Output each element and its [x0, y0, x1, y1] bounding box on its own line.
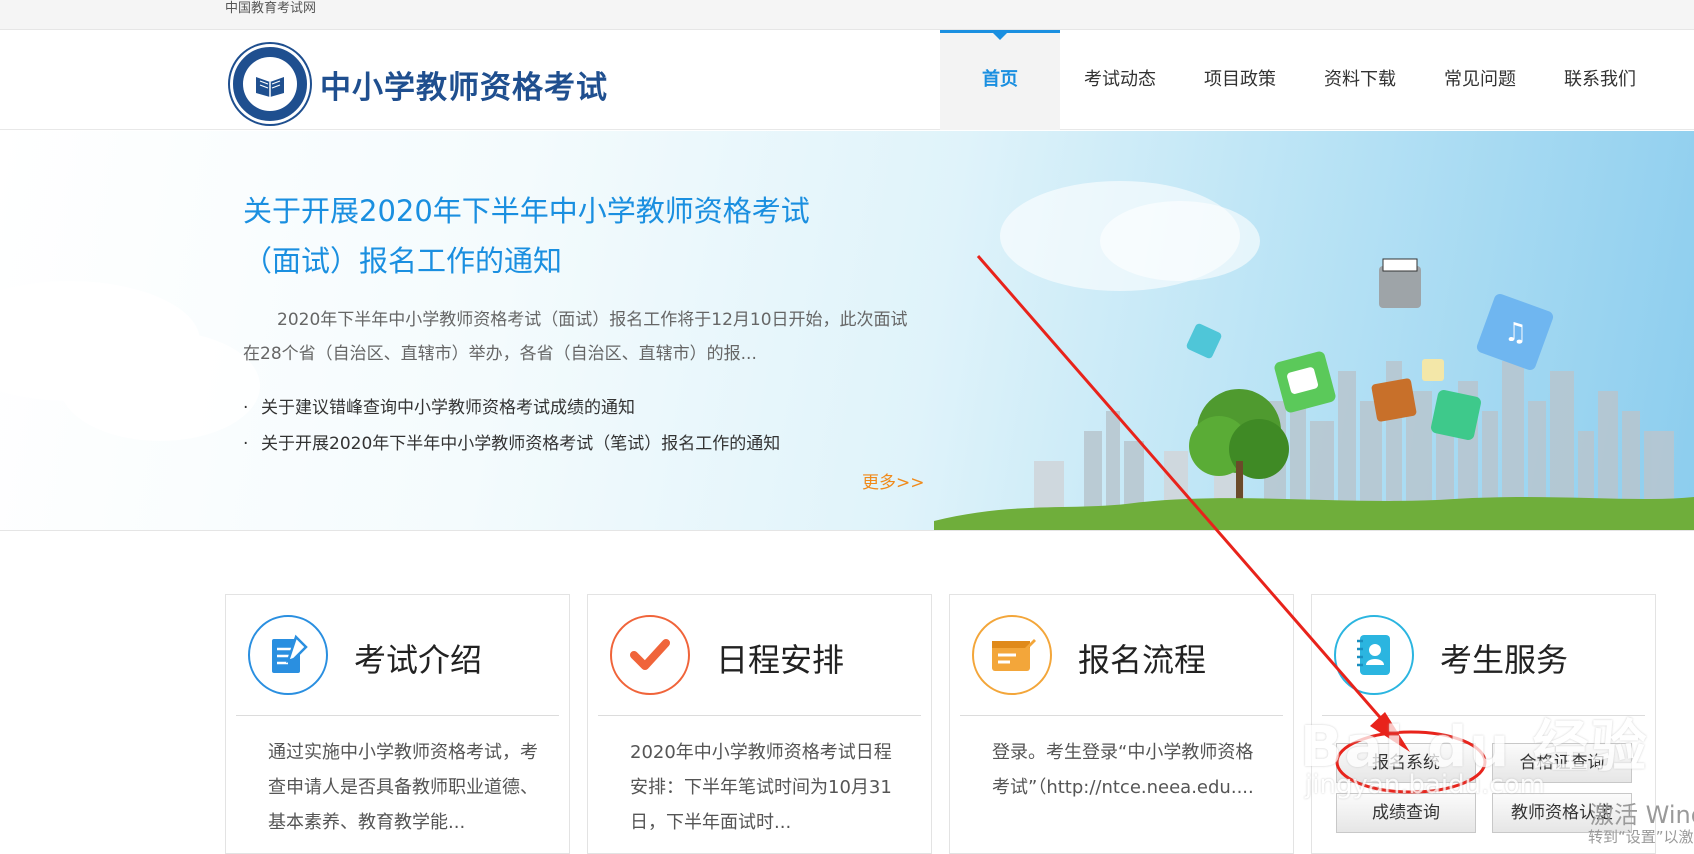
card-title: 日程安排 [716, 641, 845, 679]
card-schedule[interactable]: 日程安排 2020年中小学教师资格考试日程安排：下半年笔试时间为10月31日，下… [587, 594, 932, 854]
book-icon [256, 77, 284, 97]
card-text: 通过实施中小学教师资格考试，考查申请人是否具备教师职业道德、基本素养、教育教学能… [268, 742, 538, 833]
headline-link[interactable]: 关于开展2020年下半年中小学教师资格考试 （面试）报名工作的通知 [243, 186, 863, 286]
active-caret-icon [993, 33, 1007, 40]
checkmark-icon [610, 615, 690, 695]
nav-contact[interactable]: 联系我们 [1540, 30, 1660, 130]
more-news-link[interactable]: 更多>> [862, 468, 925, 493]
header: 中小学教师资格考试 首页 考试动态 项目政策 资料下载 常见问题 联系我们 [0, 30, 1694, 130]
card-text: 2020年中小学教师资格考试日程安排：下半年笔试时间为10月31日，下半年面试时… [630, 742, 892, 833]
card-title: 报名流程 [1078, 641, 1207, 679]
card-exam-intro[interactable]: 考试介绍 通过实施中小学教师资格考试，考查申请人是否具备教师职业道德、基本素养、… [225, 594, 570, 854]
logo-title[interactable]: 中小学教师资格考试 [320, 62, 608, 107]
headline-summary: 2020年下半年中小学教师资格考试（面试）报名工作将于12月10日开始，此次面试… [243, 310, 908, 364]
nav-home[interactable]: 首页 [940, 30, 1060, 130]
logo-emblem[interactable] [230, 44, 310, 124]
news-list-item[interactable]: · 关于建议错峰查询中小学教师资格考试成绩的通知 [243, 390, 780, 426]
top-bar: 中国教育考试网 [0, 0, 1694, 30]
windows-activation-notice: 激活 Windows [1590, 801, 1694, 829]
document-edit-icon [248, 615, 328, 695]
card-registration-process[interactable]: 报名流程 登录。考生登录“中小学教师资格考试”（http://ntce.neea… [949, 594, 1294, 854]
site-name[interactable]: 中国教育考试网 [225, 0, 316, 18]
card-title: 考生服务 [1440, 641, 1569, 679]
city-illustration: ♫ [934, 258, 1694, 530]
svg-text:♫: ♫ [1504, 318, 1527, 348]
baidu-watermark-url: jingyan.baidu.com [1305, 770, 1545, 800]
nav-exam-news[interactable]: 考试动态 [1060, 30, 1180, 130]
news-list: · 关于建议错峰查询中小学教师资格考试成绩的通知 · 关于开展2020年下半年中小学… [243, 390, 780, 462]
card-text: 登录。考生登录“中小学教师资格考试”（http://ntce.neea.edu.… [992, 742, 1254, 798]
main-nav: 首页 考试动态 项目政策 资料下载 常见问题 联系我们 [940, 30, 1660, 130]
nav-faq[interactable]: 常见问题 [1420, 30, 1540, 130]
form-edit-icon [972, 615, 1052, 695]
nav-policy[interactable]: 项目政策 [1180, 30, 1300, 130]
windows-activation-hint: 转到“设置”以激活 [1588, 828, 1694, 846]
nav-downloads[interactable]: 资料下载 [1300, 30, 1420, 130]
news-banner: ♫ 关于开展2020年下半年中小学教师资格考试 （面试）报名工作的通知 2020… [0, 131, 1694, 531]
contacts-icon [1334, 615, 1414, 695]
news-list-item[interactable]: · 关于开展2020年下半年中小学教师资格考试（笔试）报名工作的通知 [243, 426, 780, 462]
card-title: 考试介绍 [354, 641, 483, 679]
